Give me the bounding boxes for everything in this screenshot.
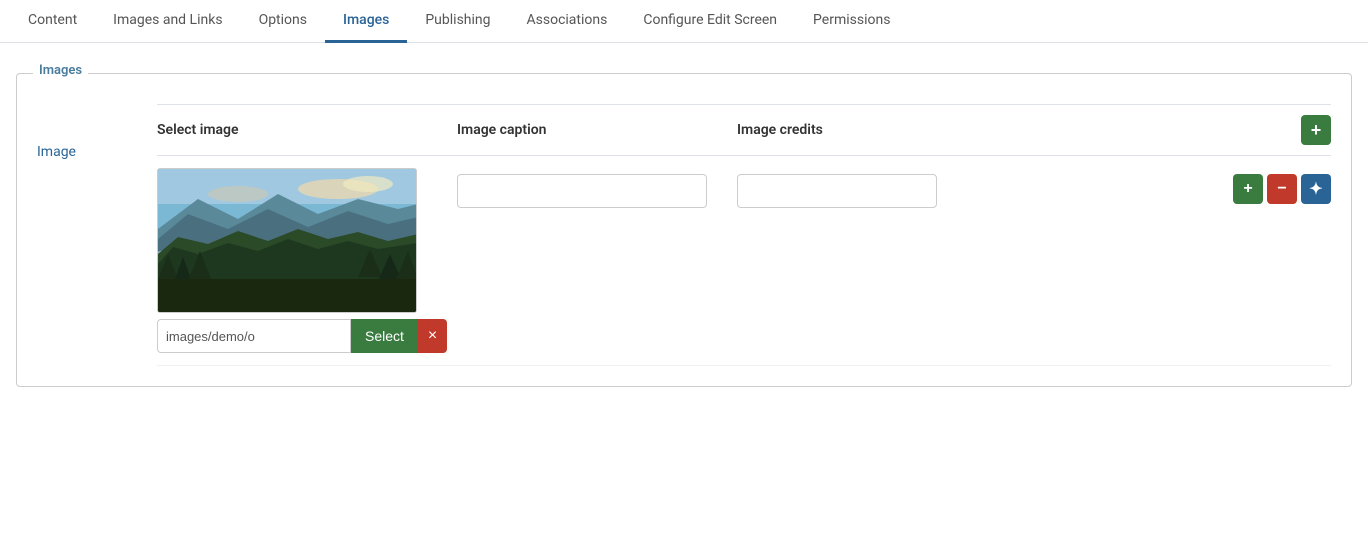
tab-options[interactable]: Options — [241, 0, 325, 43]
col-header-select-image: Select image — [157, 122, 457, 138]
tab-images[interactable]: Images — [325, 0, 407, 43]
tab-content[interactable]: Content — [10, 0, 95, 43]
fieldset-legend: Images — [33, 63, 88, 78]
col-header-caption: Image caption — [457, 122, 737, 138]
tab-configure-edit-screen[interactable]: Configure Edit Screen — [625, 0, 795, 43]
caption-cell — [457, 168, 737, 208]
tab-publishing[interactable]: Publishing — [407, 0, 508, 43]
credits-cell — [737, 168, 1231, 208]
images-fieldset: Images Image Select image Image caption … — [16, 73, 1352, 387]
add-row-button-top[interactable]: + — [1301, 115, 1331, 145]
add-row-button[interactable]: + — [1233, 174, 1263, 204]
image-file-row: Select × — [157, 319, 417, 353]
image-preview-cell: Select × — [157, 168, 457, 353]
image-table-area: Select image Image caption Image credits… — [157, 104, 1331, 366]
caption-input[interactable] — [457, 174, 707, 208]
table-header: Select image Image caption Image credits… — [157, 105, 1331, 156]
delete-row-button[interactable]: − — [1267, 174, 1297, 204]
tab-images-and-links[interactable]: Images and Links — [95, 0, 240, 43]
credits-input[interactable] — [737, 174, 937, 208]
image-section: Image Select image Image caption Image c… — [37, 104, 1331, 366]
col-header-credits: Image credits — [737, 122, 1291, 138]
select-image-button[interactable]: Select — [351, 319, 418, 353]
main-content: Images Image Select image Image caption … — [0, 43, 1368, 407]
remove-image-button[interactable]: × — [418, 319, 447, 353]
table-row: Select × + − — [157, 156, 1331, 366]
tab-associations[interactable]: Associations — [509, 0, 626, 43]
image-label: Image — [37, 104, 157, 160]
row-actions: + − ✦ — [1231, 168, 1331, 204]
image-file-input[interactable] — [157, 319, 351, 353]
col-header-add: + — [1291, 115, 1331, 145]
tab-permissions[interactable]: Permissions — [795, 0, 908, 43]
image-thumbnail — [157, 168, 417, 313]
landscape-image — [158, 169, 417, 313]
move-row-button[interactable]: ✦ — [1301, 174, 1331, 204]
tab-bar: Content Images and Links Options Images … — [0, 0, 1368, 43]
